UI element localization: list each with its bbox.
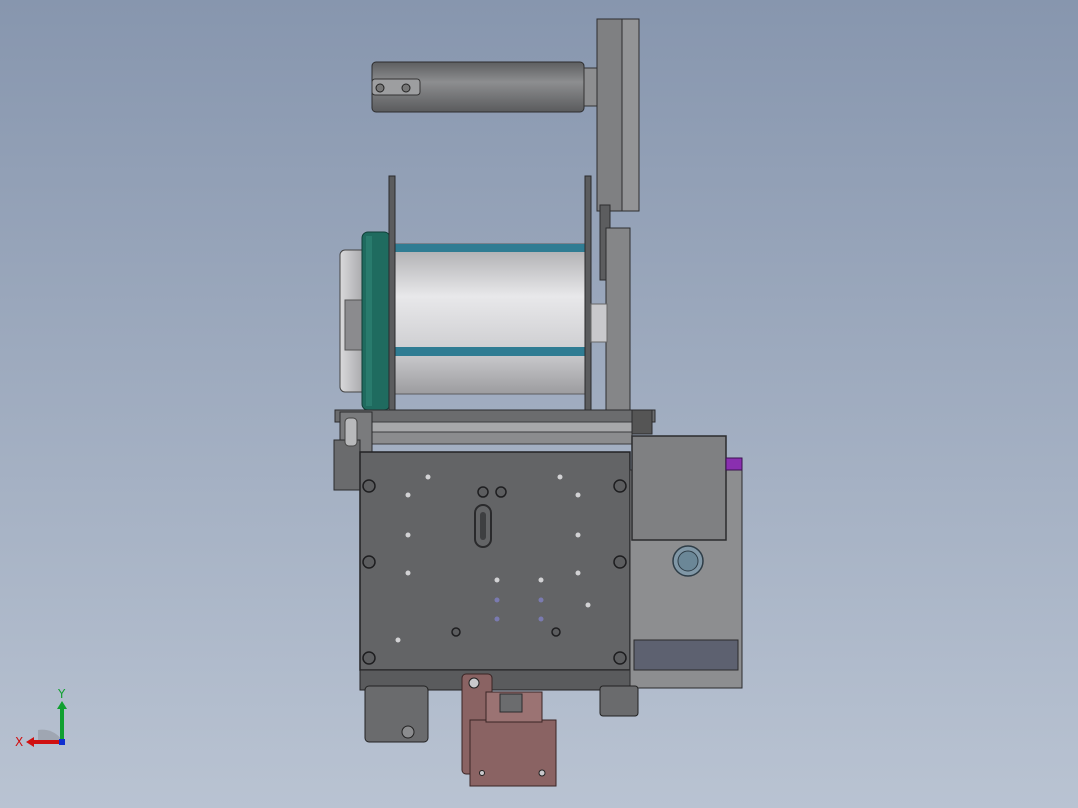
supply-roller <box>339 175 608 421</box>
vertical-plate <box>596 18 640 429</box>
control-housing <box>629 435 743 689</box>
y-axis-arrow-head <box>57 701 67 709</box>
orientation-triad[interactable]: X Y <box>10 684 80 754</box>
machine-model[interactable] <box>0 0 1078 808</box>
top-cylinder <box>371 61 599 113</box>
x-axis-label: X <box>15 735 23 749</box>
triad-arc-icon <box>38 729 62 740</box>
bottom-bracket <box>461 673 557 787</box>
z-axis-marker <box>59 739 65 745</box>
base-block <box>359 451 631 691</box>
cad-viewport[interactable]: X Y <box>0 0 1078 808</box>
x-axis-arrow-head <box>26 737 34 747</box>
y-axis-label: Y <box>57 687 66 701</box>
